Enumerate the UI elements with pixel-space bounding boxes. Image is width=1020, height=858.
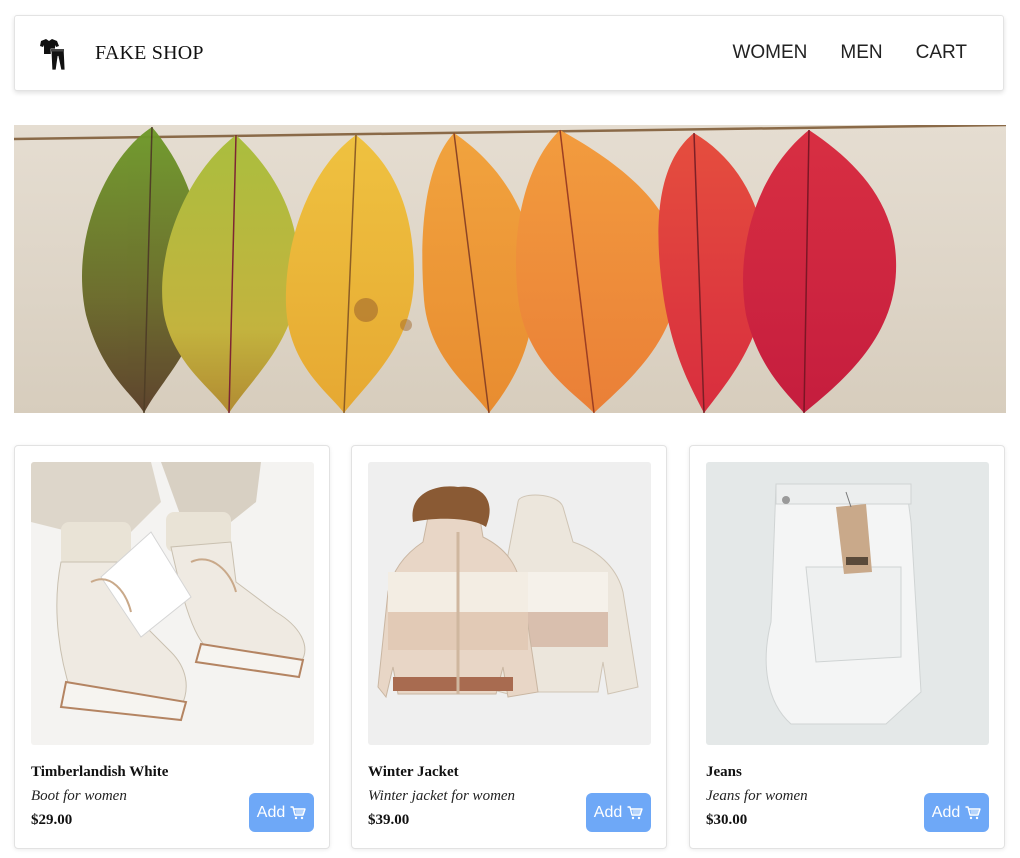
product-image-puffer-jackets[interactable] xyxy=(368,462,651,745)
add-to-cart-button[interactable]: Add xyxy=(249,793,314,832)
add-to-cart-button[interactable]: Add xyxy=(586,793,651,832)
product-name: Jeans xyxy=(706,764,742,780)
product-price: $30.00 xyxy=(706,812,748,828)
cart-icon xyxy=(965,805,981,819)
product-description: Boot for women xyxy=(31,788,127,804)
page: FAKE SHOP WOMEN MEN CART Timberlandish W… xyxy=(0,0,1020,858)
product-card: Winter Jacket Winter jacket for women $3… xyxy=(351,445,667,849)
add-button-label: Add xyxy=(931,803,961,821)
brand-name[interactable]: FAKE SHOP xyxy=(95,42,204,65)
nav-men[interactable]: MEN xyxy=(840,42,882,64)
product-card: Timberlandish White Boot for women $29.0… xyxy=(14,445,330,849)
cart-icon xyxy=(627,805,643,819)
nav-women[interactable]: WOMEN xyxy=(732,42,807,64)
hero-banner xyxy=(14,125,1006,413)
product-card: Jeans Jeans for women $30.00 Add xyxy=(689,445,1005,849)
product-price: $39.00 xyxy=(368,812,410,828)
product-image-white-jeans[interactable] xyxy=(706,462,989,745)
product-price: $29.00 xyxy=(31,812,73,828)
autumn-leaves-image xyxy=(14,125,1006,413)
product-description: Jeans for women xyxy=(706,788,808,804)
product-name: Timberlandish White xyxy=(31,764,169,780)
clothing-icon[interactable] xyxy=(37,37,73,73)
add-to-cart-button[interactable]: Add xyxy=(924,793,989,832)
main-nav: WOMEN MEN CART xyxy=(732,42,967,64)
nav-cart[interactable]: CART xyxy=(916,42,967,64)
add-button-label: Add xyxy=(256,803,286,821)
product-name: Winter Jacket xyxy=(368,764,459,780)
site-header: FAKE SHOP WOMEN MEN CART xyxy=(14,15,1004,91)
product-description: Winter jacket for women xyxy=(368,788,516,804)
add-button-label: Add xyxy=(593,803,623,821)
product-image-white-boots[interactable] xyxy=(31,462,314,745)
cart-icon xyxy=(290,805,306,819)
